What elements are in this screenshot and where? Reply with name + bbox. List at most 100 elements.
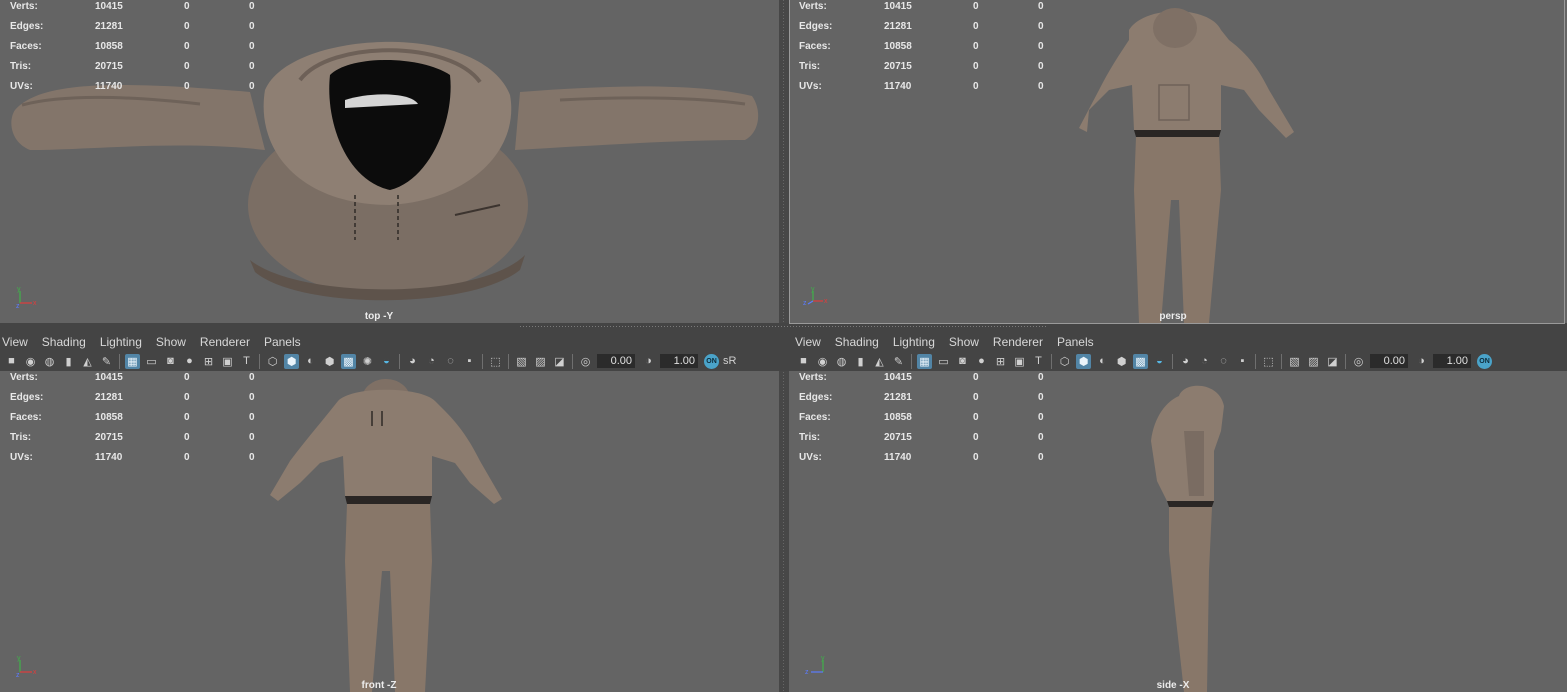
gamma-icon[interactable]: ◑ bbox=[641, 354, 656, 369]
bookmark-icon[interactable]: ▮ bbox=[853, 354, 868, 369]
gamma-field[interactable]: 1.00 bbox=[1433, 354, 1471, 368]
safe-title-icon[interactable]: T bbox=[239, 354, 254, 369]
viewport-persp[interactable]: Verts: 10415 0 0 Edges: 21281 0 0 Faces: 10858 0… bbox=[789, 0, 1567, 323]
motion-blur-icon[interactable]: ◔ bbox=[424, 354, 439, 369]
axis-label-y: y bbox=[17, 286, 21, 293]
xray-icon[interactable]: ▩ bbox=[341, 353, 356, 369]
axis-gizmo-icon: y x z bbox=[16, 286, 37, 309]
bookmark-icon[interactable]: ▮ bbox=[61, 354, 76, 369]
axis-label-x: x bbox=[33, 300, 37, 307]
stats-row-tris: Tris: 20715 0 0 bbox=[10, 61, 255, 72]
menu-panels[interactable]: Panels bbox=[264, 335, 309, 349]
xray-active-icon[interactable]: ▨ bbox=[533, 354, 548, 369]
toolbar-separator bbox=[399, 353, 400, 369]
viewport-side[interactable]: Verts: 10415 0 0 Edges: 21281 0 0 Faces: 10858 0… bbox=[789, 371, 1567, 692]
splitter-grip[interactable] bbox=[520, 326, 1048, 327]
axis-gizmo-icon: y x z bbox=[803, 286, 828, 307]
stats-row-uvs: UVs: 11740 0 0 bbox=[10, 81, 255, 92]
isolate-select-icon[interactable]: ⬚ bbox=[1261, 354, 1276, 369]
menu-panels[interactable]: Panels bbox=[1057, 335, 1102, 349]
field-chart-icon[interactable]: ⊞ bbox=[201, 354, 216, 369]
antialias-icon[interactable]: ◌ bbox=[1216, 354, 1231, 369]
srgb-label[interactable]: sR bbox=[723, 354, 736, 369]
panel-menubar-side: View Shading Lighting Show Renderer Pane… bbox=[795, 333, 1108, 351]
wireframe-icon[interactable]: ⬡ bbox=[1057, 354, 1072, 369]
panel-toolbar-front: ■ ◉ ◍ ▮ ◭ ✎ ▦ ▭ ◙ ● ⊞ ▣ T ⬡ ⬢ ◐ ⬢ ▩ ✺ ◒ … bbox=[4, 351, 740, 371]
resolution-gate-icon[interactable]: ◙ bbox=[955, 354, 970, 369]
gate-mask-icon[interactable]: ● bbox=[974, 354, 989, 369]
xray-joints-icon[interactable]: ▧ bbox=[514, 354, 529, 369]
menu-shading[interactable]: Shading bbox=[42, 335, 94, 349]
color-management-icon[interactable]: ON bbox=[704, 353, 719, 369]
wireframe-on-shaded-icon[interactable]: ⬢ bbox=[322, 354, 337, 369]
resolution-gate-icon[interactable]: ◙ bbox=[163, 354, 178, 369]
xray-joints-icon[interactable]: ▧ bbox=[1287, 354, 1302, 369]
menu-renderer[interactable]: Renderer bbox=[200, 335, 258, 349]
xray-icon[interactable]: ▩ bbox=[1133, 353, 1148, 369]
menu-show[interactable]: Show bbox=[949, 335, 987, 349]
default-material-icon[interactable]: ◐ bbox=[303, 354, 318, 369]
axis-label-z: z bbox=[16, 303, 20, 309]
xray-active-icon[interactable]: ▨ bbox=[1306, 354, 1321, 369]
shadows-icon[interactable]: ◒ bbox=[1152, 354, 1167, 369]
exposure-field[interactable]: 0.00 bbox=[1370, 354, 1408, 368]
depth-of-field-icon[interactable]: ▪ bbox=[1235, 354, 1250, 369]
menu-show[interactable]: Show bbox=[156, 335, 194, 349]
film-gate-icon[interactable]: ▭ bbox=[936, 354, 951, 369]
safe-action-icon[interactable]: ▣ bbox=[1012, 354, 1027, 369]
stats-row-tris: Tris: 20715 0 0 bbox=[799, 61, 1044, 72]
menu-renderer[interactable]: Renderer bbox=[993, 335, 1051, 349]
wireframe-on-shaded-icon[interactable]: ⬢ bbox=[1114, 354, 1129, 369]
color-management-icon[interactable]: ON bbox=[1477, 353, 1492, 369]
gamma-field[interactable]: 1.00 bbox=[660, 354, 698, 368]
film-gate-icon[interactable]: ▭ bbox=[144, 354, 159, 369]
isolate-select-icon[interactable]: ⬚ bbox=[488, 354, 503, 369]
stats-hud: Verts: 10415 0 0 Edges: 21281 0 0 Faces: 10858 0… bbox=[10, 0, 270, 100]
shadows-icon[interactable]: ◒ bbox=[379, 354, 394, 369]
axis-label-y: y bbox=[821, 655, 825, 662]
image-plane-icon[interactable]: ◭ bbox=[872, 354, 887, 369]
camera-icon[interactable]: ■ bbox=[4, 354, 19, 369]
gate-mask-icon[interactable]: ● bbox=[182, 354, 197, 369]
grid-icon[interactable]: ▦ bbox=[917, 353, 932, 369]
stats-row-faces: Faces: 10858 0 0 bbox=[799, 412, 1044, 423]
camera-select-icon[interactable]: ◉ bbox=[23, 354, 38, 369]
viewport-top[interactable]: Verts: 10415 0 0 Edges: 21281 0 0 Faces: 10858 0… bbox=[0, 0, 779, 323]
menu-view[interactable]: View bbox=[795, 335, 829, 349]
wireframe-icon[interactable]: ⬡ bbox=[265, 354, 280, 369]
camera-attr-icon[interactable]: ◍ bbox=[42, 354, 57, 369]
motion-blur-icon[interactable]: ◔ bbox=[1197, 354, 1212, 369]
backface-icon[interactable]: ◪ bbox=[1325, 354, 1340, 369]
camera-icon[interactable]: ■ bbox=[796, 354, 811, 369]
menu-lighting[interactable]: Lighting bbox=[893, 335, 943, 349]
exposure-field[interactable]: 0.00 bbox=[597, 354, 635, 368]
menu-shading[interactable]: Shading bbox=[835, 335, 887, 349]
menu-view[interactable]: View bbox=[2, 335, 36, 349]
grid-icon[interactable]: ▦ bbox=[125, 353, 140, 369]
ambient-occlusion-icon[interactable]: ◕ bbox=[405, 354, 420, 369]
default-material-icon[interactable]: ◐ bbox=[1095, 354, 1110, 369]
camera-select-icon[interactable]: ◉ bbox=[815, 354, 830, 369]
ambient-occlusion-icon[interactable]: ◕ bbox=[1178, 354, 1193, 369]
viewport-front[interactable]: Verts: 10415 0 0 Edges: 21281 0 0 Faces: 10858 0… bbox=[0, 371, 779, 692]
image-plane-icon[interactable]: ◭ bbox=[80, 354, 95, 369]
backface-icon[interactable]: ◪ bbox=[552, 354, 567, 369]
field-chart-icon[interactable]: ⊞ bbox=[993, 354, 1008, 369]
menu-lighting[interactable]: Lighting bbox=[100, 335, 150, 349]
axis-gizmo-icon: y x z bbox=[16, 655, 37, 678]
lights-icon[interactable]: ✺ bbox=[360, 354, 375, 369]
smooth-shade-icon[interactable]: ⬢ bbox=[284, 353, 299, 369]
gamma-icon[interactable]: ◑ bbox=[1414, 354, 1429, 369]
safe-action-icon[interactable]: ▣ bbox=[220, 354, 235, 369]
toolbar-separator bbox=[1281, 353, 1282, 369]
antialias-icon[interactable]: ◌ bbox=[443, 354, 458, 369]
depth-of-field-icon[interactable]: ▪ bbox=[462, 354, 477, 369]
smooth-shade-icon[interactable]: ⬢ bbox=[1076, 353, 1091, 369]
camera-attr-icon[interactable]: ◍ bbox=[834, 354, 849, 369]
exposure-icon[interactable]: ◎ bbox=[1351, 354, 1366, 369]
grease-pencil-icon[interactable]: ✎ bbox=[891, 354, 906, 369]
safe-title-icon[interactable]: T bbox=[1031, 354, 1046, 369]
grease-pencil-icon[interactable]: ✎ bbox=[99, 354, 114, 369]
exposure-icon[interactable]: ◎ bbox=[578, 354, 593, 369]
axis-label-y: y bbox=[811, 286, 815, 293]
